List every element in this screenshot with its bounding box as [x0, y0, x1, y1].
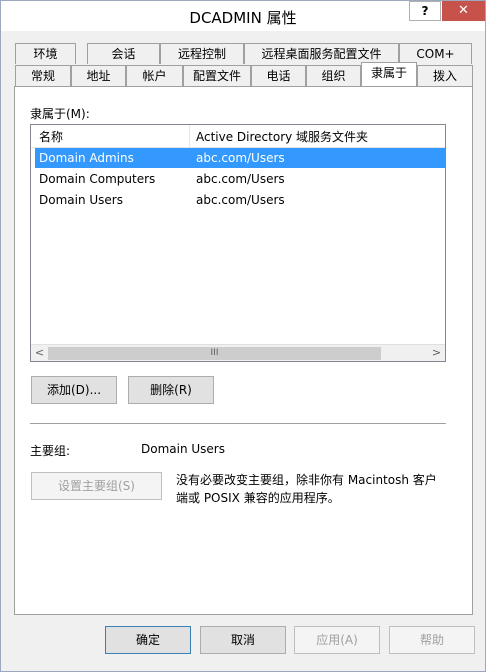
add-button[interactable]: 添加(D)...: [31, 376, 117, 404]
member-of-list[interactable]: 名称 Active Directory 域服务文件夹 Domain Admins…: [30, 124, 446, 362]
help-footer-button[interactable]: 帮助: [389, 626, 475, 654]
primary-group-label: 主要组:: [30, 444, 71, 458]
list-row[interactable]: Domain Users abc.com/Users: [35, 190, 445, 210]
row-folder: abc.com/Users: [196, 172, 285, 186]
primary-group-description: 没有必要改变主要组，除非你有 Macintosh 客户端或 POSIX 兼容的应…: [176, 473, 437, 505]
tab-address[interactable]: 地址: [71, 65, 126, 86]
scroll-left-icon[interactable]: <: [31, 345, 48, 361]
grip-icon: III: [210, 348, 219, 358]
column-header-name[interactable]: 名称: [39, 128, 63, 145]
tab-account[interactable]: 帐户: [126, 65, 183, 86]
set-primary-group-button[interactable]: 设置主要组(S): [31, 472, 162, 500]
tab-profile[interactable]: 配置文件: [183, 65, 251, 86]
properties-dialog: DCADMIN 属性 ? ✕ 环境 会话 远程控制 远程桌面服务配置文件 COM…: [0, 0, 486, 672]
list-row[interactable]: Domain Computers abc.com/Users: [35, 169, 445, 189]
tab-general[interactable]: 常规: [15, 65, 71, 86]
member-of-label: 隶属于(M):: [30, 107, 90, 121]
row-folder: abc.com/Users: [196, 151, 285, 165]
row-name: Domain Users: [39, 193, 123, 207]
scroll-thumb[interactable]: III: [48, 347, 381, 360]
primary-group-value: Domain Users: [141, 442, 225, 456]
tab-telephones[interactable]: 电话: [251, 65, 306, 86]
tab-dial-in[interactable]: 拨入: [417, 65, 473, 86]
ok-button[interactable]: 确定: [105, 626, 191, 654]
tab-rds-profile[interactable]: 远程桌面服务配置文件: [244, 43, 399, 64]
tab-member-of[interactable]: 隶属于: [361, 62, 417, 86]
list-header: 名称 Active Directory 域服务文件夹: [31, 125, 445, 148]
tab-organization[interactable]: 组织: [306, 65, 361, 86]
scroll-right-icon[interactable]: >: [428, 345, 445, 361]
list-row[interactable]: Domain Admins abc.com/Users: [35, 148, 445, 168]
close-button[interactable]: ✕: [442, 1, 485, 21]
column-header-folder[interactable]: Active Directory 域服务文件夹: [196, 128, 368, 145]
title-bar: DCADMIN 属性 ? ✕: [1, 1, 485, 31]
column-divider[interactable]: [189, 125, 190, 147]
row-name: Domain Computers: [39, 172, 156, 186]
close-icon: ✕: [458, 3, 469, 18]
tab-sessions[interactable]: 会话: [87, 43, 160, 64]
row-name: Domain Admins: [39, 151, 134, 165]
remove-button[interactable]: 删除(R): [128, 376, 214, 404]
tab-remote-control[interactable]: 远程控制: [160, 43, 244, 64]
tab-environment[interactable]: 环境: [15, 43, 76, 64]
help-button[interactable]: ?: [409, 1, 441, 21]
tab-com-plus[interactable]: COM+: [399, 43, 472, 64]
row-folder: abc.com/Users: [196, 193, 285, 207]
horizontal-scrollbar[interactable]: < III >: [31, 344, 445, 361]
apply-button[interactable]: 应用(A): [294, 626, 380, 654]
cancel-button[interactable]: 取消: [200, 626, 286, 654]
divider: [30, 423, 446, 424]
